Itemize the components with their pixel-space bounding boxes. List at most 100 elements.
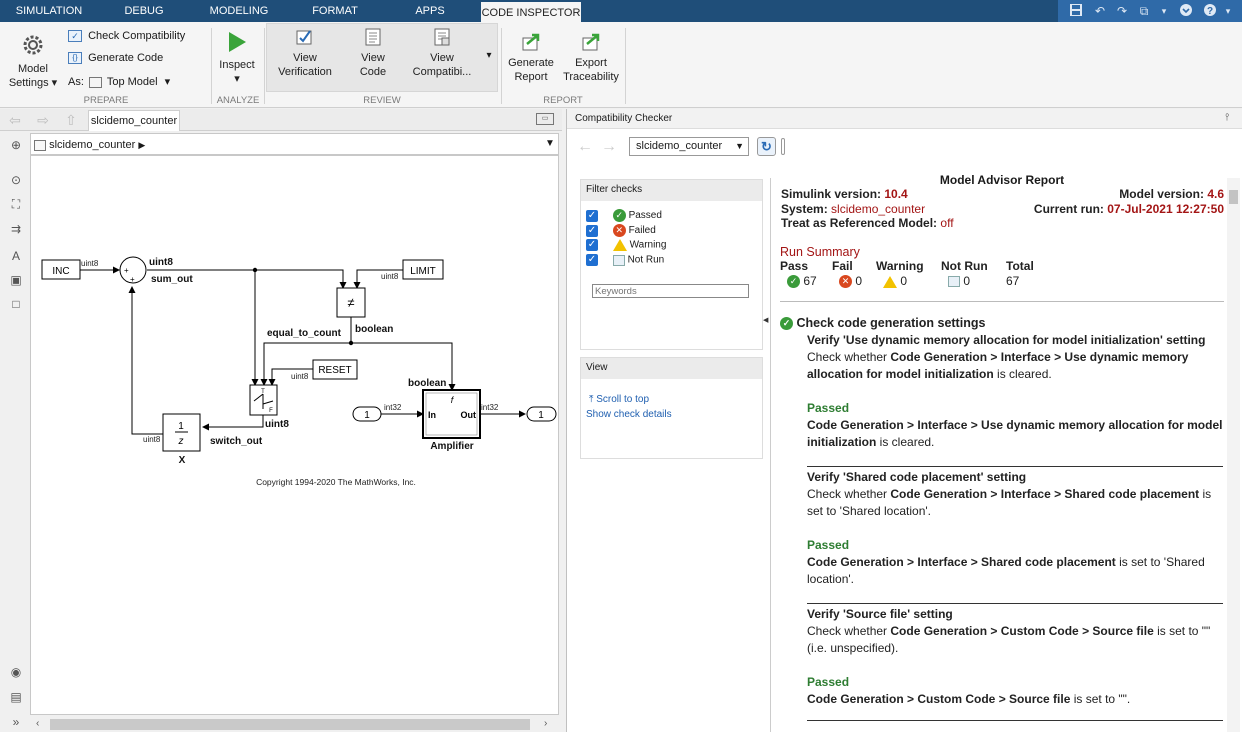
filter-notrun-checkbox[interactable]: ✓ Not Run (586, 254, 706, 269)
check-compatibility-button[interactable]: ✓ Check Compatibility (68, 30, 208, 45)
check-compatibility-label: Check Compatibility (88, 30, 186, 42)
not-equal-block[interactable]: ≠ (347, 295, 354, 310)
dropdown-icon[interactable]: ▾ (1156, 3, 1172, 19)
save-icon[interactable] (1068, 3, 1084, 19)
switch-out-label: switch_out (210, 436, 263, 447)
breadcrumb[interactable]: slcidemo_counter ▶ (34, 138, 154, 152)
help-icon[interactable]: ? (1202, 3, 1218, 19)
options-icon[interactable] (1178, 3, 1194, 19)
view-verification-button[interactable]: View Verification (272, 28, 338, 82)
help-dropdown-icon[interactable]: ▾ (1220, 3, 1236, 19)
filter-failed-checkbox[interactable]: ✓ ✕ Failed (586, 224, 706, 239)
model-canvas[interactable]: INC + + LIMIT ≠ RESET T F 1 z 1 In Out f… (30, 155, 559, 715)
check-status: Passed (807, 675, 850, 689)
switch-f-label: F (269, 408, 273, 414)
divider (807, 603, 1223, 604)
switch-t-label: T (261, 389, 265, 395)
tab-debug[interactable]: DEBUG (108, 0, 180, 22)
collapse-arrow-icon[interactable]: ◀ (763, 316, 768, 324)
toolbar-divider (781, 138, 785, 155)
area-icon[interactable]: □ (8, 296, 24, 312)
zoom-icon[interactable]: ⊙ (8, 172, 24, 188)
scroll-thumb[interactable] (50, 719, 530, 730)
view-code-button[interactable]: View Code (346, 28, 400, 82)
signal-type-label: uint8 (381, 272, 399, 281)
model-select[interactable]: slcidemo_counter ▼ (629, 137, 749, 156)
keywords-input[interactable] (592, 284, 749, 298)
annotation-icon[interactable]: A (8, 248, 24, 264)
filter-failed-label: Failed (628, 225, 656, 237)
forward-arrow-icon[interactable]: → (601, 138, 617, 156)
report-export-icon (521, 32, 541, 52)
model-tab[interactable]: slcidemo_counter (88, 110, 180, 131)
explorer-toggle-icon[interactable]: ⊕ (8, 137, 24, 153)
review-gallery-chevron-icon[interactable]: ▾ (482, 50, 496, 64)
horizontal-scrollbar[interactable]: ‹ › (30, 717, 559, 732)
model-settings-button[interactable]: Model Settings ▾ (6, 34, 60, 90)
fit-view-icon[interactable]: ⛶ (8, 196, 24, 212)
outport-block[interactable]: 1 (538, 410, 544, 421)
back-arrow-icon[interactable]: ⇦ (6, 112, 24, 128)
up-arrow-icon[interactable]: ⇧ (62, 112, 80, 128)
summary-total-count: 67 (1006, 274, 1020, 288)
tab-modeling[interactable]: MODELING (200, 0, 278, 22)
filter-passed-checkbox[interactable]: ✓ ✓ Passed (586, 209, 706, 224)
property-inspector-icon[interactable]: ▤ (8, 689, 24, 705)
undo-icon[interactable]: ↶ (1092, 3, 1108, 19)
passed-icon: ✓ (787, 275, 800, 289)
summary-warning-count: 0 (883, 273, 907, 290)
checklist-icon: ✓ (68, 30, 82, 43)
reset-block[interactable]: RESET (318, 365, 351, 376)
switch-windows-icon[interactable]: ⧉ (1136, 3, 1152, 19)
breadcrumb-arrow-icon: ▶ (138, 140, 146, 150)
group-report-label: REPORT (543, 95, 583, 106)
camera-icon[interactable]: ◉ (8, 664, 24, 680)
generate-code-button[interactable]: {} Generate Code (68, 52, 208, 67)
redo-icon[interactable]: ↷ (1114, 3, 1130, 19)
filter-warning-label: Warning (629, 239, 667, 251)
signal-type-label: uint8 (265, 419, 289, 430)
image-icon[interactable]: ▣ (8, 272, 24, 288)
ribbon-tabbar: SIMULATION DEBUG MODELING FORMAT APPS CO… (0, 0, 1242, 41)
export-traceability-label-1: Export (575, 57, 607, 69)
inport-block[interactable]: 1 (364, 410, 370, 421)
scroll-to-top-link[interactable]: ⤒ Scroll to top (589, 394, 649, 405)
tab-code-inspector[interactable]: CODE INSPECTOR × (481, 0, 581, 41)
block-diagram: INC + + LIMIT ≠ RESET T F 1 z 1 In Out f… (41, 256, 557, 487)
current-run: Current run: 07-Jul-2021 12:27:50 (1033, 202, 1224, 216)
back-arrow-icon[interactable]: ← (577, 138, 593, 156)
export-traceability-button[interactable]: Export Traceability (560, 32, 622, 90)
show-check-details-link[interactable]: Show check details (586, 409, 672, 420)
breadcrumb-dropdown-icon[interactable]: ▼ (544, 138, 556, 150)
pin-icon[interactable]: ⫯ (1225, 112, 1229, 123)
check-result: Code Generation > Custom Code > Source f… (807, 692, 1131, 706)
check-title: Verify 'Shared code placement' setting (807, 470, 1027, 484)
splitter[interactable] (770, 178, 771, 732)
as-top-model-selector[interactable]: As: Top Model ▾ (68, 75, 208, 90)
view-compatibility-button[interactable]: View Compatibi... (406, 28, 478, 82)
scroll-thumb[interactable] (1229, 190, 1238, 204)
signal-type-label: int32 (481, 403, 499, 412)
generate-report-button[interactable]: Generate Report (504, 32, 558, 90)
chevron-down-icon: ▾ (234, 73, 240, 85)
tab-format[interactable]: FORMAT (300, 0, 370, 22)
boolean-label: boolean (355, 324, 393, 335)
amp-in-port: In (428, 410, 436, 420)
expand-icon[interactable]: » (8, 714, 24, 730)
check-status: Passed (807, 538, 850, 552)
tab-simulation[interactable]: SIMULATION (8, 0, 90, 22)
tab-apps[interactable]: APPS (400, 0, 460, 22)
forward-arrow-icon[interactable]: ⇨ (34, 112, 52, 128)
signal-arrow-icon[interactable]: ⇉ (8, 221, 24, 237)
as-label: As: (68, 76, 84, 88)
svg-text:+: + (130, 275, 135, 284)
filter-warning-checkbox[interactable]: ✓ Warning (586, 239, 706, 254)
limit-block[interactable]: LIMIT (410, 266, 436, 277)
inc-block[interactable]: INC (52, 266, 69, 277)
filter-title: Filter checks (581, 180, 762, 201)
report-vertical-scrollbar[interactable] (1227, 178, 1240, 732)
inspect-button[interactable]: Inspect ▾ (216, 32, 258, 90)
refresh-icon[interactable]: ↻ (757, 137, 776, 156)
hide-toolbar-icon[interactable]: ▭ (536, 113, 554, 125)
filter-notrun-label: Not Run (627, 254, 665, 266)
